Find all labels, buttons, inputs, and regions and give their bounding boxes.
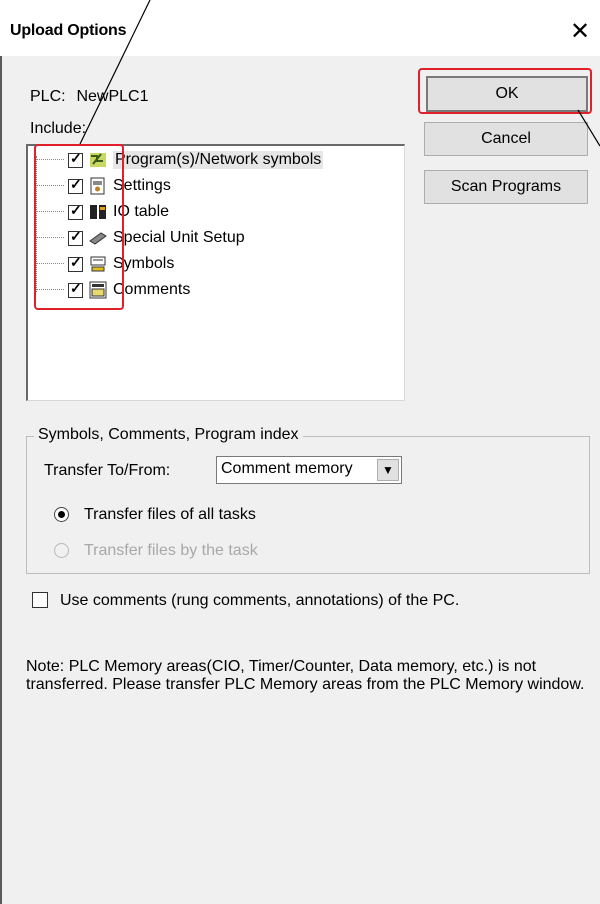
use-comments-checkbox[interactable] <box>32 592 48 608</box>
transfer-combobox[interactable]: Comment memory ▼ <box>216 456 402 484</box>
group-title: Symbols, Comments, Program index <box>34 426 303 444</box>
radio-by-task-label: Transfer files by the task <box>84 542 258 559</box>
use-comments-label: Use comments (rung comments, annotations… <box>60 592 460 609</box>
radio-all-tasks-label: Transfer files of all tasks <box>84 506 256 523</box>
transfer-value: Comment memory <box>221 460 353 477</box>
upload-options-dialog: Upload Options ✕ PLC: NewPLC1 Include: P… <box>0 0 600 904</box>
chevron-down-icon[interactable]: ▼ <box>377 459 399 481</box>
note-text: Note: PLC Memory areas(CIO, Timer/Counte… <box>26 658 585 693</box>
radio-all-tasks[interactable] <box>54 507 69 522</box>
radio-by-task[interactable] <box>54 543 69 558</box>
transfer-label: Transfer To/From: <box>44 462 171 479</box>
